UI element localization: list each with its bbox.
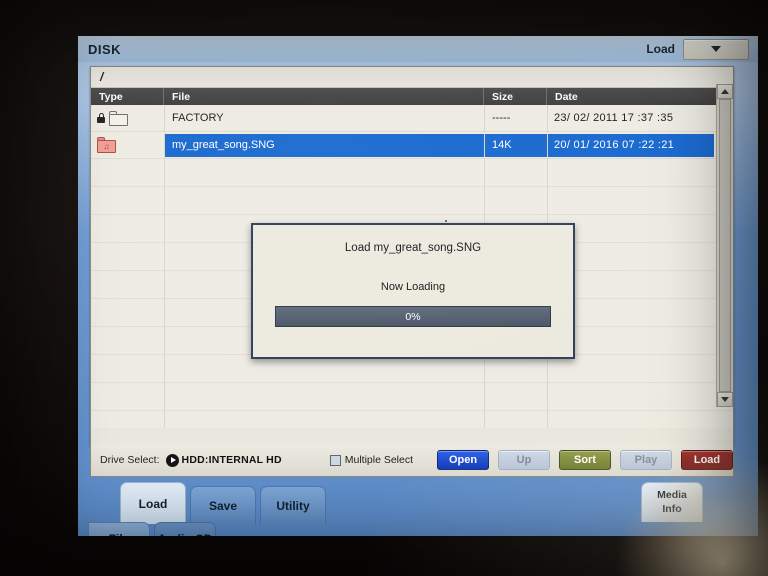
multiple-select-label: Multiple Select: [344, 454, 414, 466]
current-path: /: [100, 70, 104, 84]
row-file-size: -----: [492, 112, 511, 124]
drive-select-value[interactable]: HDD:INTERNAL HD: [182, 454, 282, 466]
empty-row[interactable]: [91, 383, 733, 411]
drive-select-label: Drive Select:: [100, 454, 160, 466]
tab-file[interactable]: File: [88, 522, 150, 536]
row-file-size: 14K: [484, 133, 547, 157]
title-bar: DISK Load: [78, 36, 758, 62]
column-header-file[interactable]: File: [164, 88, 484, 105]
mode-dropdown-button[interactable]: [683, 38, 749, 60]
table-row[interactable]: FACTORY ----- 23/ 02/ 2011 17 :37 :35: [91, 105, 733, 132]
table-header-row: Type File Size Date: [91, 88, 733, 105]
tab-media-info[interactable]: Media Info: [641, 482, 703, 522]
primary-tab-row: Load Save Utility: [120, 482, 326, 524]
folder-icon: [109, 110, 128, 126]
lock-icon: [97, 113, 105, 123]
progress-percent-text: 0%: [405, 310, 421, 323]
open-button[interactable]: Open: [437, 450, 489, 470]
tab-utility[interactable]: Utility: [260, 486, 326, 524]
action-button-group: Open Up Sort Play Load: [437, 450, 733, 470]
load-button[interactable]: Load: [681, 450, 733, 470]
up-button[interactable]: Up: [498, 450, 550, 470]
tab-save[interactable]: Save: [190, 486, 256, 524]
secondary-tab-row: File Audio CD: [88, 522, 216, 536]
row-file-date: 20/ 01/ 2016 07 :22 :21: [547, 133, 714, 157]
window-title: DISK: [88, 41, 122, 57]
lcd-panel: DISK Load / Type File Size Date FACTORY …: [78, 36, 758, 536]
row-type-cell: ♫: [91, 134, 164, 157]
vertical-scrollbar[interactable]: [716, 84, 733, 407]
checkbox-box-icon[interactable]: [329, 454, 341, 466]
empty-row[interactable]: [91, 187, 733, 215]
empty-row[interactable]: [91, 159, 733, 187]
chevron-down-icon: [711, 46, 721, 52]
empty-row[interactable]: [91, 355, 733, 383]
row-file-name: my_great_song.SNG: [164, 133, 484, 157]
play-button[interactable]: Play: [620, 450, 672, 470]
column-header-date[interactable]: Date: [547, 88, 714, 105]
path-bar: /: [91, 67, 733, 88]
dust-speck: [445, 220, 447, 222]
multiple-select-checkbox[interactable]: Multiple Select: [329, 454, 414, 466]
device-photo: DISK Load / Type File Size Date FACTORY …: [0, 0, 768, 576]
tab-audio-cd[interactable]: Audio CD: [154, 522, 216, 536]
scroll-down-arrow-icon[interactable]: [717, 392, 733, 407]
control-strip: Drive Select: HDD:INTERNAL HD Multiple S…: [90, 444, 734, 477]
progress-bar: 0%: [275, 306, 551, 327]
column-header-size[interactable]: Size: [484, 88, 547, 105]
table-row-selected[interactable]: ♫ my_great_song.SNG 14K 20/ 01/ 2016 07 …: [91, 132, 733, 159]
row-type-cell: [91, 107, 164, 130]
dialog-status: Now Loading: [380, 281, 446, 293]
column-divider: [164, 105, 165, 428]
column-header-type[interactable]: Type: [91, 88, 164, 105]
row-file-date: 23/ 02/ 2011 17 :37 :35: [554, 112, 674, 124]
drive-arrow-icon[interactable]: [165, 453, 179, 467]
dialog-title: Load my_great_song.SNG: [344, 242, 482, 254]
scrollbar-track[interactable]: [719, 99, 731, 392]
scroll-up-arrow-icon[interactable]: [717, 84, 733, 99]
media-info-line2: Info: [662, 502, 682, 515]
media-info-line1: Media: [657, 489, 687, 502]
tab-load[interactable]: Load: [120, 482, 186, 524]
song-file-icon: ♫: [97, 137, 116, 153]
loading-dialog: Load my_great_song.SNG Now Loading 0%: [251, 223, 575, 359]
row-file-name: FACTORY: [172, 112, 224, 124]
sort-button[interactable]: Sort: [559, 450, 611, 470]
title-mode-label: Load: [646, 42, 675, 56]
